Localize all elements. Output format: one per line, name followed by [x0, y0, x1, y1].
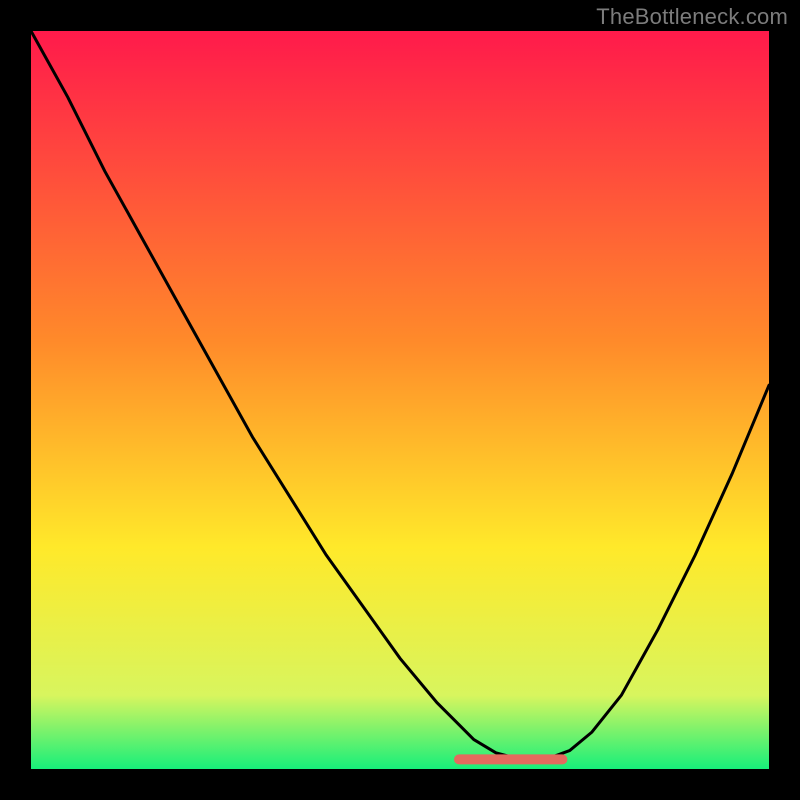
chart-svg: [31, 31, 769, 769]
watermark-text: TheBottleneck.com: [596, 4, 788, 30]
plot-area: [31, 31, 769, 769]
chart-frame: TheBottleneck.com: [0, 0, 800, 800]
